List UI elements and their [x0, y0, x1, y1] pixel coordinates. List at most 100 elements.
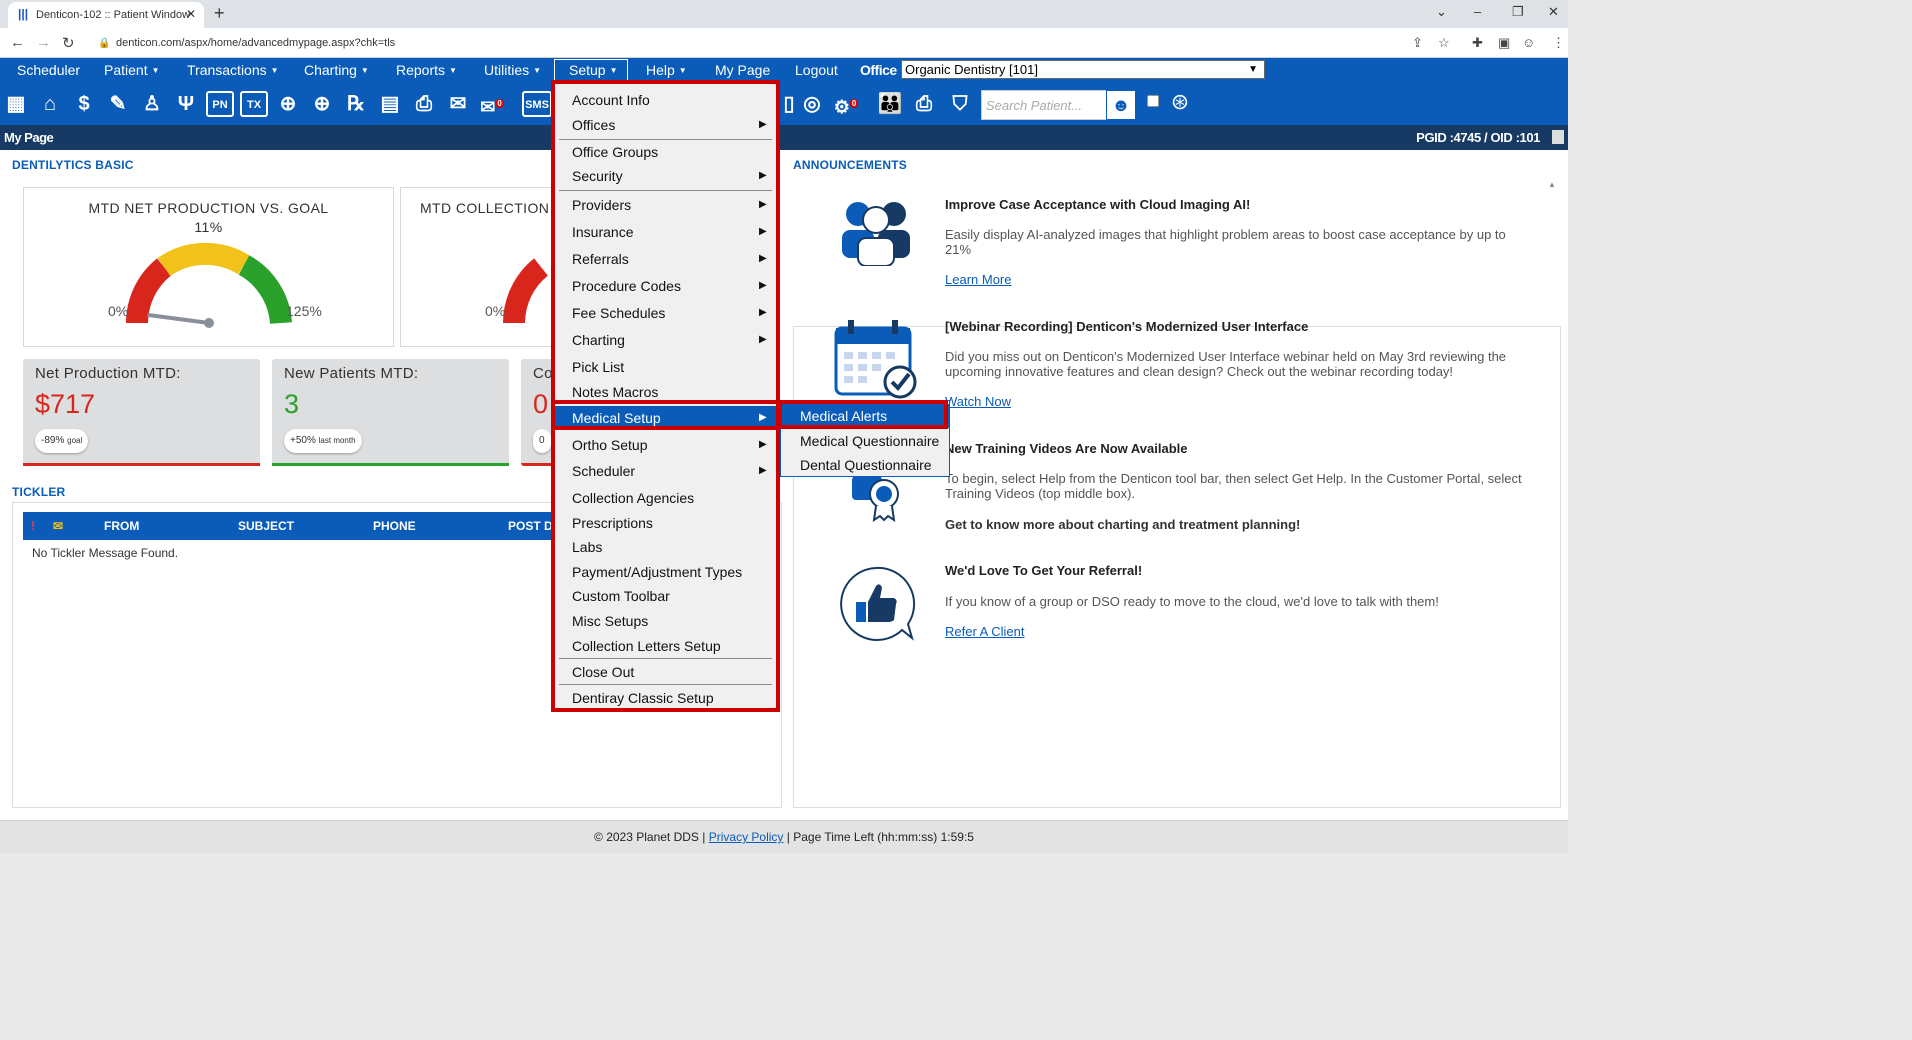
tickler-table-header: ! ✉ FROM SUBJECT PHONE POST D: [23, 512, 569, 540]
add-family-icon[interactable]: ⊕: [308, 89, 336, 119]
url-text: denticon.com/aspx/home/advancedmypage.as…: [116, 37, 396, 49]
scroll-thumb[interactable]: [1552, 130, 1564, 144]
dentilytics-heading: DENTILYTICS BASIC: [12, 158, 134, 172]
menu-reports[interactable]: Reports ▼: [396, 60, 457, 81]
setup-item-security[interactable]: Security ▶: [555, 164, 776, 188]
gauge-dial: [126, 243, 292, 328]
setup-item-custom-toolbar[interactable]: Custom Toolbar: [555, 584, 776, 608]
menu-help[interactable]: Help ▼: [646, 60, 687, 81]
menu-transactions[interactable]: Transactions ▼: [187, 60, 279, 81]
new-tab-icon[interactable]: +: [214, 3, 225, 24]
col-from[interactable]: FROM: [104, 519, 139, 533]
tab-search-icon[interactable]: ⌄: [1436, 4, 1447, 20]
setup-item-fee-schedules[interactable]: Fee Schedules ▶: [555, 301, 776, 325]
edit-notes-icon[interactable]: ✎: [104, 89, 132, 119]
setup-item-charting[interactable]: Charting ▶: [555, 328, 776, 352]
menu-setup[interactable]: Setup ▼: [569, 60, 618, 81]
patient-search-input[interactable]: Search Patient...: [981, 90, 1107, 120]
setup-item-offices[interactable]: Offices ▶: [555, 113, 776, 137]
progress-notes-icon[interactable]: PN: [206, 91, 234, 117]
patient-search-button[interactable]: ☻: [1106, 90, 1136, 120]
learn-more-link[interactable]: Learn More: [945, 272, 1011, 287]
office-select[interactable]: Organic Dentistry [101] ▼: [901, 60, 1265, 79]
kpi-new-patients: New Patients MTD: 3 +50% last month: [272, 359, 509, 466]
menu-patient[interactable]: Patient ▼: [104, 60, 160, 81]
menu-logout[interactable]: Logout: [795, 60, 838, 80]
setup-item-ortho-setup[interactable]: Ortho Setup ▶: [555, 433, 776, 457]
submenu-item-medical-questionnaire[interactable]: Medical Questionnaire: [781, 429, 949, 453]
print-icon[interactable]: ⎙: [910, 89, 938, 119]
calendar-icon[interactable]: ▦: [2, 89, 30, 119]
browser-menu-icon[interactable]: ⋮: [1552, 35, 1565, 51]
menu-separator: [559, 684, 772, 685]
refer-client-link[interactable]: Refer A Client: [945, 624, 1025, 639]
add-patient-icon[interactable]: ⊕: [274, 89, 302, 119]
forward-icon[interactable]: →: [36, 34, 51, 51]
setup-item-misc-setups[interactable]: Misc Setups: [555, 609, 776, 633]
col-subject[interactable]: SUBJECT: [238, 519, 294, 533]
medical-alerts-highlight-frame: [778, 400, 948, 429]
mail-icon[interactable]: ✉: [444, 89, 472, 119]
partial-icon[interactable]: ▯: [782, 89, 796, 119]
browser-tab[interactable]: ||| Denticon-102 :: Patient Window ✕: [8, 2, 204, 28]
setup-item-account-info[interactable]: Account Info: [555, 88, 776, 112]
family-icon[interactable]: 👪: [876, 89, 904, 119]
setup-item-prescriptions[interactable]: Prescriptions: [555, 511, 776, 535]
globe-icon[interactable]: ◎: [798, 89, 826, 119]
close-tab-icon[interactable]: ✕: [186, 7, 196, 21]
menu-scheduler[interactable]: Scheduler: [17, 60, 80, 80]
menu-utilities[interactable]: Utilities ▼: [484, 60, 541, 81]
setup-item-collection-agencies[interactable]: Collection Agencies: [555, 486, 776, 510]
setup-item-close-out[interactable]: Close Out: [555, 660, 776, 684]
setup-item-pick-list[interactable]: Pick List: [555, 355, 776, 379]
menu-my-page[interactable]: My Page: [715, 60, 770, 80]
tooth-icon[interactable]: ♙: [138, 89, 166, 119]
setup-item-providers[interactable]: Providers ▶: [555, 193, 776, 217]
url-field[interactable]: 🔒 denticon.com/aspx/home/advancedmypage.…: [92, 34, 1452, 53]
sidepanel-icon[interactable]: ▣: [1498, 35, 1510, 51]
close-window-icon[interactable]: ✕: [1548, 4, 1559, 20]
teeth-chart-icon[interactable]: Ψ: [172, 89, 200, 119]
treatment-icon[interactable]: TX: [240, 91, 268, 117]
col-post-date[interactable]: POST D: [508, 519, 553, 533]
setup-item-procedure-codes[interactable]: Procedure Codes ▶: [555, 274, 776, 298]
group-search-icon[interactable]: ⊛: [1163, 89, 1197, 121]
card-icon[interactable]: ▤: [376, 89, 404, 119]
kpi-net-production: Net Production MTD: $717 -89% goal: [23, 359, 260, 466]
gauge-title: MTD NET PRODUCTION VS. GOAL: [88, 200, 329, 216]
announcements-scrollbar[interactable]: ▲: [1548, 180, 1558, 808]
setup-item-labs[interactable]: Labs: [555, 535, 776, 559]
setup-item-payment-adjustment-types[interactable]: Payment/Adjustment Types: [555, 560, 776, 584]
scan-icon[interactable]: ⎙: [410, 89, 438, 119]
home-icon[interactable]: ⌂: [36, 89, 64, 119]
share-icon[interactable]: ⇪: [1412, 35, 1423, 51]
shield-down-icon[interactable]: ⛉: [946, 89, 974, 119]
claims-icon[interactable]: ⚙ 0: [832, 89, 860, 119]
prescription-icon[interactable]: ℞: [342, 89, 370, 119]
bookmark-star-icon[interactable]: ☆: [1438, 35, 1450, 51]
col-phone[interactable]: PHONE: [373, 519, 416, 533]
menu-charting[interactable]: Charting ▼: [304, 60, 369, 81]
reload-icon[interactable]: ↻: [62, 34, 75, 52]
back-icon[interactable]: ←: [10, 34, 25, 51]
setup-item-collection-letters-setup[interactable]: Collection Letters Setup: [555, 634, 776, 658]
privacy-policy-link[interactable]: Privacy Policy: [709, 830, 784, 844]
restore-icon[interactable]: ❐: [1512, 4, 1524, 20]
setup-item-referrals[interactable]: Referrals ▶: [555, 247, 776, 271]
kpi-label: Net Production MTD:: [35, 365, 181, 382]
setup-item-office-groups[interactable]: Office Groups: [555, 140, 776, 164]
search-option-checkbox[interactable]: [1147, 95, 1159, 107]
submenu-item-dental-questionnaire[interactable]: Dental Questionnaire: [781, 453, 949, 477]
setup-item-scheduler[interactable]: Scheduler ▶: [555, 459, 776, 483]
setup-item-insurance[interactable]: Insurance ▶: [555, 220, 776, 244]
gauge-min: 0%: [108, 303, 129, 319]
kpi-underline: [272, 463, 509, 466]
messages-icon[interactable]: ✉ 0: [478, 89, 506, 119]
setup-item-dentiray-classic-setup[interactable]: Dentiray Classic Setup: [555, 686, 776, 710]
payment-icon[interactable]: $: [70, 89, 98, 119]
sms-icon[interactable]: SMS: [522, 91, 552, 117]
extensions-icon[interactable]: ✚: [1472, 35, 1483, 51]
watch-now-link[interactable]: Watch Now: [945, 394, 1011, 409]
profile-avatar-icon[interactable]: ☺: [1522, 35, 1535, 50]
minimize-icon[interactable]: –: [1474, 4, 1481, 19]
